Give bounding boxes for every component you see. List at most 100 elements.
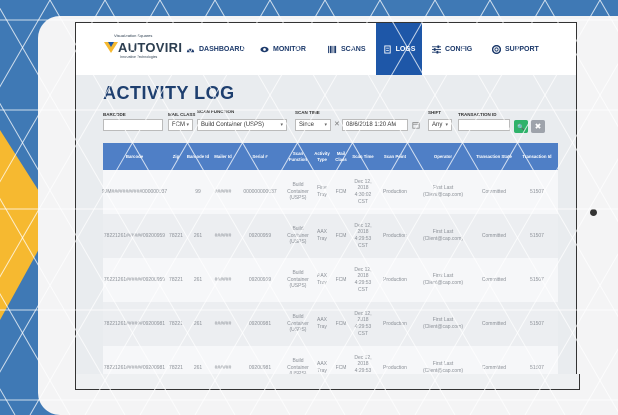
shift-filter-label: SHIFT [428, 110, 441, 115]
column-header-mail-class[interactable]: Mail Class [332, 143, 350, 170]
nav-config[interactable]: CONFIG [432, 23, 472, 75]
nav-logs-label: LOGS [395, 45, 416, 53]
shift-select-value: Any [432, 122, 443, 128]
cell-state: Committed [481, 188, 507, 195]
column-header-transaction-id[interactable]: Transaction Id [516, 143, 558, 170]
nav-logs[interactable]: LOGS [376, 23, 422, 75]
clear-button[interactable]: ✖ [531, 120, 545, 133]
cell-zip: 78221 [169, 320, 183, 327]
cell-mailer-id: ###### [214, 276, 232, 283]
dashboard-icon [186, 47, 195, 52]
cell-state: Committed [481, 232, 507, 239]
calendar-icon[interactable] [412, 121, 420, 129]
column-header-scan-function[interactable]: Scan Function [284, 143, 312, 170]
column-header-scan-time[interactable]: Scan Time [350, 143, 376, 170]
mail-class-select-value: FCM [172, 122, 185, 128]
cell-zip: 78221 [169, 232, 183, 239]
transaction-id-input[interactable] [458, 119, 510, 131]
cell-scan-time: Dec 12, 2018 4:30:02 CST [354, 178, 372, 205]
chevron-down-icon: ▾ [324, 122, 327, 128]
cell-activity-type: AAX Tray [316, 317, 327, 330]
cell-scan-time: Dec 12, 2018 4:29:53 CST [354, 222, 372, 249]
column-header-scan-point[interactable]: Scan Point [376, 143, 414, 170]
nav-scans-label: SCANS [341, 45, 366, 53]
scan-time-operator-select[interactable]: Since ▾ [295, 119, 331, 131]
cell-activity-type: AAX Tray [316, 229, 327, 242]
cell-serial: 000000000037 [243, 188, 277, 195]
cell-scan-time: Dec 12, 2018 4:29:53 CST [354, 310, 372, 337]
scan-function-select[interactable]: Build Container (USPS) ▾ [197, 119, 287, 131]
clear-time-icon[interactable]: ✕ [334, 120, 340, 128]
table-row[interactable]: 78221261######09200959 78221 261 ###### 0920… [103, 258, 558, 303]
cell-mailer-id: ###### [214, 232, 232, 239]
cell-txn: 51507 [530, 276, 544, 283]
lifebuoy-icon [492, 44, 501, 54]
cell-operator: First Last (Client@cap.com) [422, 229, 464, 242]
barcode-filter-label: BARCODE [103, 112, 126, 117]
brand-logo[interactable]: Visualization Squares AUTOVIRI Innovativ… [104, 33, 182, 67]
brand-tagline-bottom: Innovative Technologies [120, 55, 158, 59]
cell-barcode: 78221261######09200981 [103, 320, 166, 327]
column-header-transaction-state[interactable]: Transaction State [472, 143, 516, 170]
cell-barcode-id: 99 [195, 188, 201, 195]
cell-barcode: 99M###########000000037 [101, 188, 168, 195]
column-header-zip[interactable]: Zip [166, 143, 186, 170]
nav-support[interactable]: SUPPORT [492, 23, 539, 75]
scan-time-input[interactable]: 08/6/2018 1:20 AM [342, 119, 408, 131]
chevron-down-icon: ▾ [186, 122, 189, 128]
barcode-icon [328, 45, 337, 53]
brand-tagline-top: Visualization Squares [114, 33, 153, 38]
column-header-serial[interactable]: Serial # [236, 143, 284, 170]
cell-txn: 51507 [530, 320, 544, 327]
nav-monitor[interactable]: MONITOR [260, 23, 306, 75]
cell-mailer-id: ###### [214, 364, 232, 371]
cell-scan-function: Build Container (USPS) [287, 313, 309, 334]
table-row[interactable]: 78221261######09200981 78221 261 ###### 0920… [103, 346, 558, 376]
mail-class-select[interactable]: FCM ▾ [168, 119, 193, 131]
mail-class-filter-label: MAIL CLASS [168, 112, 196, 117]
cell-activity-type: AAX Tray [316, 273, 327, 286]
cell-mailer-id: ###### [214, 188, 232, 195]
column-header-mailer-id[interactable]: Mailer Id [210, 143, 236, 170]
cell-barcode: 78221261######09200981 [103, 364, 166, 371]
cell-operator: First Last (Client@cap.com) [422, 273, 464, 286]
cell-serial: 09200981 [248, 364, 272, 371]
scan-function-select-value: Build Container (USPS) [201, 122, 265, 128]
cell-zip: 78221 [169, 276, 183, 283]
cell-state: Committed [481, 364, 507, 371]
cell-txn: 51507 [530, 188, 544, 195]
table-row[interactable]: 78221261######09200959 78221 261 ###### 0920… [103, 214, 558, 259]
column-header-barcode[interactable]: Barcode [103, 143, 166, 170]
scan-time-operator-value: Since [299, 122, 315, 128]
cell-barcode: 78221261######09200959 [103, 276, 166, 283]
cell-scan-time: Dec 12, 2018 4:29:53 CST [354, 354, 372, 376]
cell-mail-class: FCM [335, 320, 347, 327]
cell-scan-point: Production [383, 320, 407, 327]
cell-scan-function: Build Container (USPS) [287, 181, 309, 202]
cell-mail-class: FCM [335, 276, 347, 283]
shift-select[interactable]: Any ▾ [428, 119, 452, 131]
column-header-barcode-id[interactable]: Barcode Id [186, 143, 210, 170]
cell-scan-point: Production [383, 188, 407, 195]
nav-scans[interactable]: SCANS [328, 23, 366, 75]
chevron-down-icon: ▾ [445, 122, 448, 128]
column-header-operator[interactable]: Operator [414, 143, 472, 170]
barcode-filter-input[interactable] [103, 119, 163, 131]
chevron-down-icon: ▾ [280, 122, 283, 128]
nav-dashboard[interactable]: DASHBOARD [186, 23, 245, 75]
cell-operator: First Last (Client@cap.com) [422, 361, 464, 374]
app-screen: Visualization Squares AUTOVIRI Innovativ… [75, 22, 577, 376]
cell-scan-function: Build Container (USPS) [287, 357, 309, 375]
scan-function-filter-label: SCAN FUNCTION [197, 109, 235, 114]
cell-scan-function: Build Container (USPS) [287, 225, 309, 246]
table-row[interactable]: 78221261######09200981 78221 261 ###### 0920… [103, 302, 558, 347]
table-row[interactable]: 99M###########000000037 99 ###### 000000000… [101, 170, 558, 215]
search-button[interactable]: 🔍 [514, 120, 528, 133]
brand-name: AUTOVIRI [118, 40, 183, 55]
cell-barcode: 78221261######09200959 [103, 232, 166, 239]
cell-mail-class: FCM [335, 364, 347, 371]
column-header-activity-type[interactable]: Activity Type [312, 143, 332, 170]
cell-txn: 51507 [530, 232, 544, 239]
cell-txn: 51507 [530, 364, 544, 371]
cell-zip [166, 170, 186, 214]
